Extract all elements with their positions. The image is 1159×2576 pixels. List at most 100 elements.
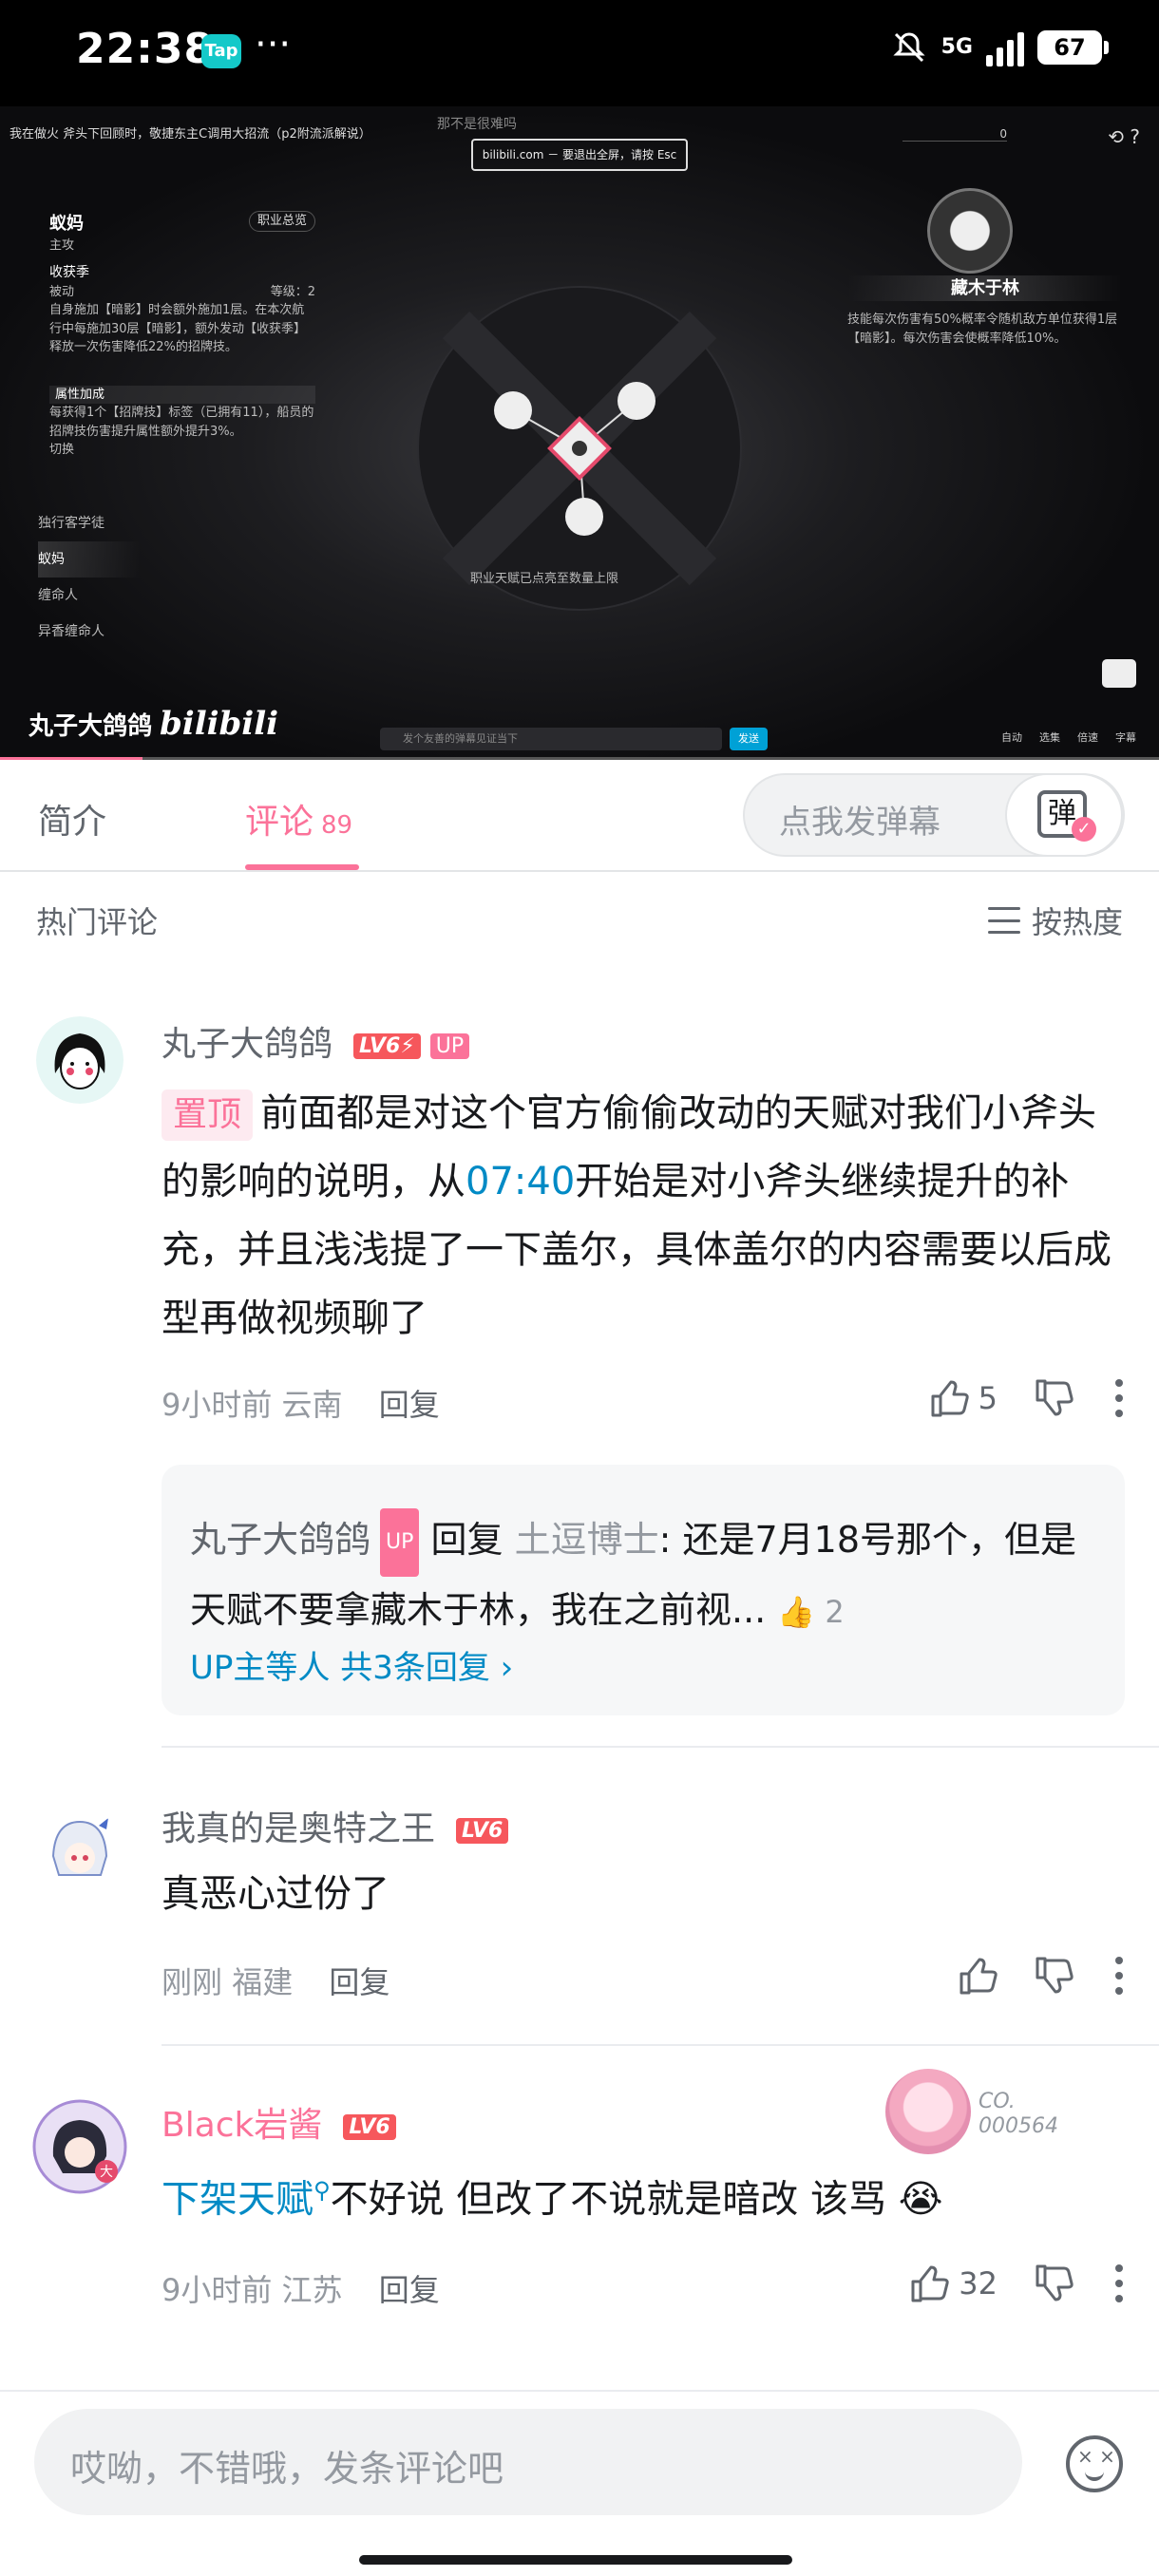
status-time: 22:38	[76, 25, 215, 73]
like-button[interactable]	[956, 1955, 998, 1997]
sub-reply-like-count: 2	[825, 1593, 845, 1630]
network-type: 5G	[940, 35, 973, 59]
view-more-replies-label: UP主等人 共3条回复	[190, 1649, 490, 1687]
game-talent-node-icon	[927, 188, 1013, 274]
mute-icon	[893, 32, 925, 63]
comment-author[interactable]: 我真的是奥特之王 LV6	[162, 1801, 509, 1850]
video-tabs: 简介 评论 89 点我发弹幕 弹 ✓	[0, 760, 1159, 872]
video-timestamp-link[interactable]: 07:40	[466, 1160, 575, 1203]
danmu-on-check-icon: ✓	[1072, 817, 1096, 842]
comment-divider	[162, 1746, 1159, 1748]
comment-time: 9小时前	[162, 2272, 273, 2308]
tab-active-underline	[245, 864, 359, 870]
signal-icon	[986, 28, 1024, 66]
thumb-up-icon	[960, 1958, 998, 1995]
video-ctrl-speed: 倍速	[1077, 731, 1098, 744]
sort-menu-icon	[987, 907, 1020, 934]
comment-location: 云南	[281, 1387, 343, 1423]
danmu-toggle-button[interactable]: 弹 ✓	[1005, 773, 1123, 857]
sub-reply-target: 土逗博士	[514, 1519, 659, 1561]
game-class-item-active: 蚁妈	[38, 541, 141, 578]
sort-label: 按热度	[1031, 904, 1123, 940]
reply-button[interactable]: 回复	[379, 1387, 440, 1423]
thumb-up-icon	[931, 1380, 969, 1417]
sort-button[interactable]: 按热度	[987, 899, 1123, 942]
video-ctrl-subtitles: 字幕	[1115, 731, 1136, 744]
thumb-down-icon[interactable]	[1032, 1955, 1074, 1997]
comment-location: 江苏	[281, 2272, 343, 2308]
reply-button[interactable]: 回复	[379, 2272, 440, 2308]
comment-actions: 32	[907, 2263, 1123, 2304]
video-counter: 0	[902, 127, 1007, 142]
comment-input-bar: 哎呦，不错哦，发条评论吧	[0, 2390, 1159, 2576]
comment-author-name: 丸子大鸽鸽	[162, 1025, 333, 1064]
comment-actions: 5	[927, 1377, 1123, 1419]
fan-badge-number: CO. 000564	[978, 2090, 1058, 2138]
fullscreen-esc-hint: bilibili.com － 要退出全屏，请按 Esc	[471, 139, 688, 171]
level-badge: LV6	[456, 1817, 509, 1844]
sub-reply-author: 丸子大鸽鸽	[190, 1519, 371, 1561]
game-skill-type: 被动	[49, 284, 75, 299]
tab-comments-label: 评论	[245, 803, 314, 842]
game-role-sub: 主攻	[49, 238, 75, 253]
avatar[interactable]	[36, 1016, 124, 1104]
up-badge: UP	[380, 1507, 420, 1577]
more-options-icon[interactable]	[1115, 2264, 1123, 2302]
avatar[interactable]: 大	[30, 2097, 129, 2196]
up-badge: UP	[429, 1032, 470, 1059]
video-player[interactable]: 我在做火 斧头下回顾时，敬捷东主C调用大招流（p2附流派解说） 那不是很难吗 b…	[0, 106, 1159, 760]
tv-cast-icon[interactable]	[1102, 659, 1136, 688]
more-options-icon[interactable]	[1115, 1957, 1123, 1995]
game-talent-caption: 职业天赋已点亮至数量上限	[470, 572, 619, 586]
video-danmu-send: 发送	[730, 728, 768, 750]
comment-meta: 9小时前 云南 回复	[162, 1381, 440, 1425]
comment-author-name: Black岩酱	[162, 2106, 323, 2145]
game-class-item: 缠命人	[38, 588, 78, 603]
comment-input[interactable]: 哎呦，不错哦，发条评论吧	[34, 2409, 1022, 2515]
emoji-icon[interactable]	[1066, 2435, 1123, 2492]
game-switch-label: 切换	[49, 443, 75, 457]
comment-actions	[956, 1955, 1123, 1997]
danmu-input-button[interactable]: 点我发弹幕 弹 ✓	[743, 773, 1125, 857]
search-topic-link[interactable]: 下架天赋	[162, 2177, 314, 2221]
game-talent-title: 藏木于林	[847, 275, 1123, 301]
video-danmaku-text: 那不是很难吗	[437, 117, 517, 132]
crying-emoji: 😭	[898, 2177, 943, 2222]
video-top-right-icons: ⟲ ?	[1108, 125, 1140, 148]
comment-time: 刚刚	[162, 1964, 223, 2000]
comment-text-part: 不好说 但改了不说就是暗改 该骂	[330, 2177, 887, 2222]
video-controls: 发个友善的弹幕见证当下 发送 自动 选集 倍速 字幕	[0, 722, 1159, 760]
more-options-icon[interactable]	[1115, 1379, 1123, 1417]
avatar[interactable]	[36, 1809, 124, 1896]
more-notifications-icon: ···	[255, 23, 292, 66]
like-button[interactable]: 5	[927, 1377, 998, 1419]
tab-comments-count: 89	[321, 811, 353, 840]
game-skill-level: 等级：2	[270, 284, 315, 299]
like-button[interactable]: 32	[907, 2263, 998, 2304]
danmu-placeholder: 点我发弹幕	[779, 804, 940, 842]
comment-meta: 刚刚 福建 回复	[162, 1959, 390, 2002]
thumb-down-icon[interactable]	[1032, 2263, 1074, 2304]
like-count: 32	[959, 2265, 998, 2301]
comment-author-name: 我真的是奥特之王	[162, 1809, 436, 1848]
video-ctrl-auto: 自动	[1001, 731, 1022, 744]
hot-comments-title: 热门评论	[36, 904, 159, 940]
comment-divider	[162, 2044, 1159, 2046]
sub-reply-preview: 丸子大鸽鸽 UP 回复 土逗博士: 还是7月18号那个，但是天赋不要拿藏木于林，我…	[190, 1506, 1102, 1645]
sub-replies-box[interactable]: 丸子大鸽鸽 UP 回复 土逗博士: 还是7月18号那个，但是天赋不要拿藏木于林，我…	[162, 1465, 1125, 1715]
comment-time: 9小时前	[162, 1387, 273, 1423]
level-badge: LV6⚡	[353, 1032, 421, 1059]
sub-reply-like[interactable]: 👍 2	[777, 1594, 844, 1630]
tab-intro[interactable]: 简介	[38, 794, 106, 843]
tab-comments[interactable]: 评论 89	[245, 794, 352, 843]
view-more-replies-link[interactable]: UP主等人 共3条回复 ›	[190, 1641, 513, 1688]
status-bar: 22:38 Tap ··· 5G 67	[0, 0, 1159, 106]
comment-author[interactable]: Black岩酱 LV6	[162, 2097, 396, 2147]
thumb-down-icon[interactable]	[1032, 1377, 1074, 1419]
game-skill-desc: 自身施加【暗影】时会额外施加1层。在本次航行中每施加30层【暗影】，额外发动【收…	[49, 303, 307, 354]
reply-button[interactable]: 回复	[329, 1964, 390, 2000]
like-count: 5	[978, 1380, 998, 1416]
thumb-up-icon: 👍	[777, 1593, 816, 1630]
search-icon: ⚲	[314, 2177, 331, 2204]
comment-author[interactable]: 丸子大鸽鸽 LV6⚡ UP	[162, 1016, 470, 1066]
